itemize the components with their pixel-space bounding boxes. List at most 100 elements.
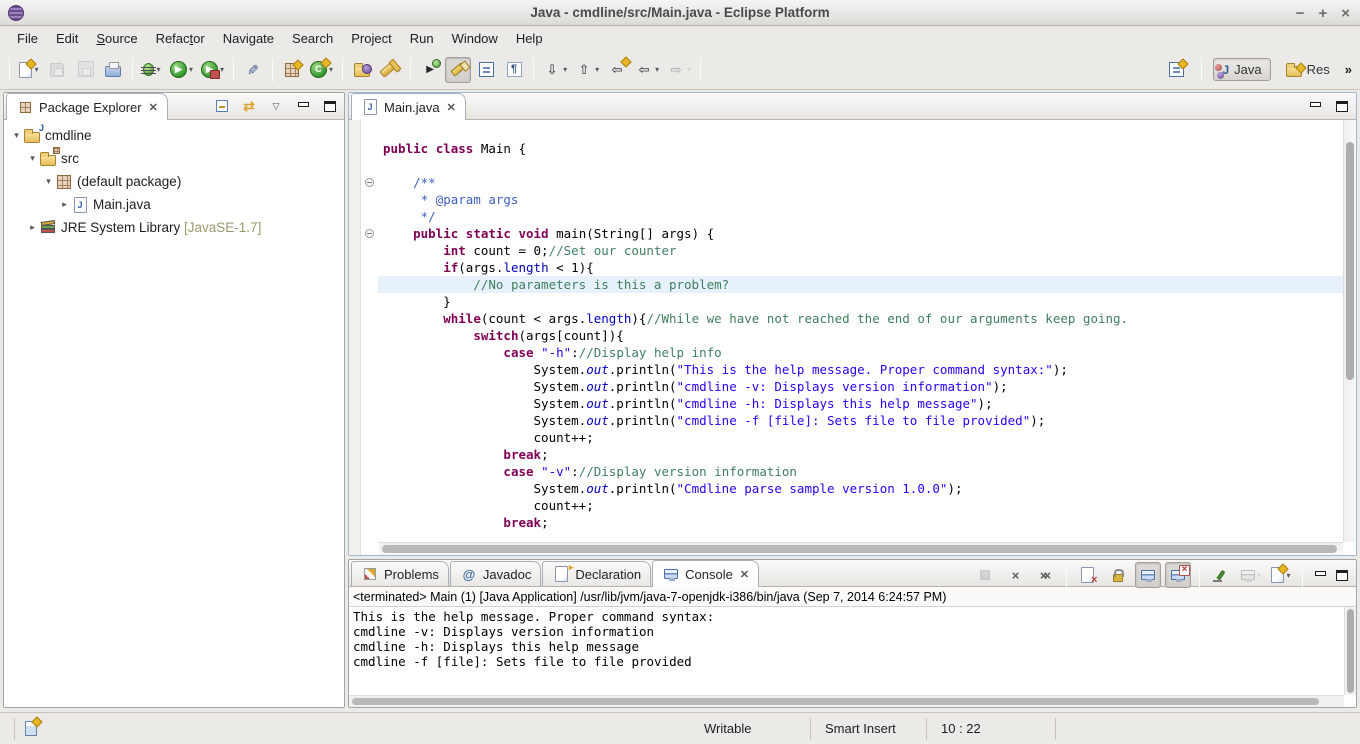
view-menu-button[interactable]: ▽ <box>266 96 286 116</box>
tree-collapse-arrow[interactable]: ▾ <box>10 130 23 141</box>
next-annotation-button-dropdown[interactable]: ▾ <box>563 65 567 74</box>
menu-navigate[interactable]: Navigate <box>214 29 283 48</box>
menu-refactor[interactable]: Refactor <box>147 29 214 48</box>
scroll-lock-button[interactable] <box>1105 562 1131 588</box>
mark-occurrences-button[interactable] <box>445 57 471 83</box>
fold-gutter[interactable] <box>361 120 378 555</box>
link-editor-button[interactable]: ⇄ <box>239 96 259 116</box>
minimize-console-button[interactable] <box>1310 565 1330 585</box>
code-line: * @param args <box>378 191 1356 208</box>
tree-item--default-package-[interactable]: ▾(default package) <box>4 170 344 193</box>
annotation-pen-button[interactable]: ✎ <box>240 57 266 83</box>
back-button[interactable]: ⇦▾ <box>632 57 662 83</box>
maximize-window-button[interactable]: + <box>1318 5 1327 22</box>
console-stdout-icon <box>1141 570 1155 580</box>
perspective-overflow-chevron[interactable]: » <box>1345 62 1354 77</box>
status-insert-mode: Smart Insert <box>811 721 926 736</box>
console-vertical-scrollbar[interactable] <box>1344 607 1356 695</box>
pin-icon <box>1216 570 1225 580</box>
tab-problems[interactable]: Problems <box>351 561 449 586</box>
perspective-java-button[interactable]: JJava <box>1213 58 1270 81</box>
menu-run[interactable]: Run <box>401 29 443 48</box>
fast-view-icon[interactable] <box>25 721 37 736</box>
tab-main-java[interactable]: J Main.java ✕ <box>351 93 466 120</box>
menu-search[interactable]: Search <box>283 29 342 48</box>
print-button[interactable] <box>100 57 126 83</box>
minimize-editor-button[interactable] <box>1305 96 1325 116</box>
maximize-view-button[interactable] <box>320 96 340 116</box>
last-edit-location-button[interactable]: ⇦ <box>604 57 630 83</box>
new-java-project-button[interactable] <box>279 57 305 83</box>
tree-expand-arrow[interactable]: ▸ <box>26 222 39 233</box>
tree-item-suffix: [JavaSE-1.7] <box>180 220 261 235</box>
tree-item-jre-system-library[interactable]: ▸JRE System Library [JavaSE-1.7] <box>4 216 344 239</box>
previous-annotation-button-dropdown[interactable]: ▾ <box>595 65 599 74</box>
new-java-class-button[interactable]: C▾ <box>307 57 336 83</box>
close-window-button[interactable]: × <box>1341 5 1350 22</box>
open-type-button[interactable] <box>349 57 375 83</box>
perspective-resource-button[interactable]: Res <box>1277 58 1339 81</box>
menu-help[interactable]: Help <box>507 29 552 48</box>
tab-package-explorer[interactable]: Package Explorer ✕ <box>6 93 168 120</box>
maximize-editor-button[interactable] <box>1332 96 1352 116</box>
next-annotation-button[interactable]: ⇩▾ <box>540 57 570 83</box>
collapse-all-button[interactable] <box>212 96 232 116</box>
menu-source[interactable]: Source <box>87 29 146 48</box>
tree-expand-arrow[interactable]: ▸ <box>58 199 71 210</box>
external-tools-button-dropdown[interactable]: ▾ <box>220 65 224 74</box>
console-output-line: This is the help message. Proper command… <box>353 609 1352 624</box>
menu-window[interactable]: Window <box>443 29 507 48</box>
minimize-window-button[interactable]: − <box>1296 5 1305 22</box>
tree-item-main-java[interactable]: ▸JMain.java <box>4 193 344 216</box>
perspective-resource-label: Res <box>1307 62 1330 77</box>
debug-button[interactable]: ▾ <box>139 57 165 83</box>
open-console-button[interactable]: ▾ <box>1268 562 1294 588</box>
show-source-button[interactable] <box>473 57 499 83</box>
tree-collapse-arrow[interactable]: ▾ <box>26 153 39 164</box>
show-stderr-button[interactable] <box>1165 562 1191 588</box>
code-area[interactable]: public class Main { /** * @param args */… <box>378 120 1356 555</box>
previous-annotation-button[interactable]: ⇧▾ <box>572 57 602 83</box>
new-button-dropdown[interactable]: ▾ <box>34 65 38 74</box>
console-area: Problems@Javadoc▸DeclarationConsole✕ ××× ▾… <box>348 559 1357 708</box>
minimize-icon <box>1315 571 1326 576</box>
console-horizontal-scrollbar[interactable] <box>349 695 1344 707</box>
pin-console-button[interactable] <box>1208 562 1234 588</box>
fold-marker-icon[interactable] <box>365 178 374 187</box>
show-whitespace-button[interactable]: ¶ <box>501 57 527 83</box>
run-button[interactable]: ▶▾ <box>167 57 196 83</box>
tab-declaration[interactable]: ▸Declaration <box>542 561 651 586</box>
remove-launch-button[interactable]: × <box>1002 562 1028 588</box>
toggle-breadcrumb-button[interactable]: ▶ <box>417 57 443 83</box>
close-icon[interactable]: ✕ <box>149 101 158 114</box>
console-output[interactable]: This is the help message. Proper command… <box>349 607 1356 671</box>
remove-all-launches-button[interactable]: ×× <box>1032 562 1058 588</box>
open-perspective-button[interactable] <box>1163 57 1189 83</box>
open-console-button-dropdown[interactable]: ▾ <box>1286 571 1290 580</box>
tab-javadoc[interactable]: @Javadoc <box>450 561 541 586</box>
menu-project[interactable]: Project <box>342 29 400 48</box>
tree-item-cmdline[interactable]: ▾Jcmdline <box>4 124 344 147</box>
tree-item-src[interactable]: ▾src <box>4 147 344 170</box>
back-arrow-icon: ⇦ <box>635 61 653 79</box>
editor-vertical-scrollbar[interactable] <box>1343 120 1356 542</box>
new-java-class-button-dropdown[interactable]: ▾ <box>329 65 333 74</box>
tab-console[interactable]: Console✕ <box>652 560 759 587</box>
fold-marker-icon[interactable] <box>365 229 374 238</box>
search-button[interactable]: ▾ <box>377 57 404 83</box>
debug-button-dropdown[interactable]: ▾ <box>156 65 160 74</box>
show-stdout-button[interactable] <box>1135 562 1161 588</box>
back-button-dropdown[interactable]: ▾ <box>655 65 659 74</box>
menu-edit[interactable]: Edit <box>47 29 87 48</box>
minimize-view-button[interactable] <box>293 96 313 116</box>
menu-file[interactable]: File <box>8 29 47 48</box>
clear-console-button[interactable] <box>1075 562 1101 588</box>
close-icon[interactable]: ✕ <box>447 101 456 114</box>
new-button[interactable]: ▾ <box>16 57 42 83</box>
run-button-dropdown[interactable]: ▾ <box>189 65 193 74</box>
maximize-console-button[interactable] <box>1332 565 1352 585</box>
external-tools-button[interactable]: ▶▾ <box>198 57 227 83</box>
editor-horizontal-scrollbar[interactable] <box>379 542 1343 555</box>
tree-collapse-arrow[interactable]: ▾ <box>42 176 55 187</box>
close-icon[interactable]: ✕ <box>740 568 749 581</box>
